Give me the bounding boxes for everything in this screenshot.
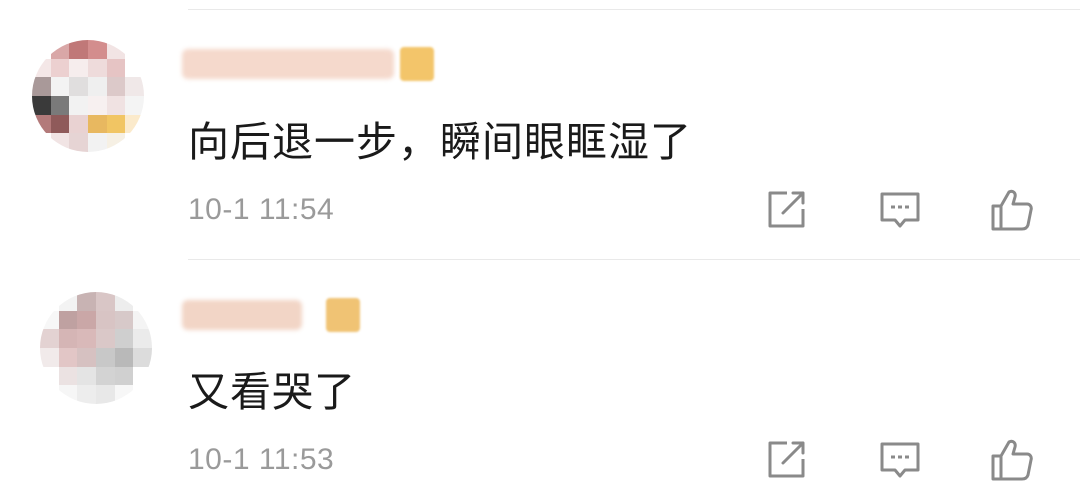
avatar-pixel xyxy=(58,329,78,348)
avatar-pixel xyxy=(50,114,70,134)
avatar-pixel xyxy=(77,310,96,330)
avatar-pixel xyxy=(58,366,78,386)
avatar-pixel xyxy=(95,310,115,330)
avatar-pixel xyxy=(32,58,51,78)
user-badge-icon xyxy=(400,47,434,81)
avatar-pixel xyxy=(50,95,70,115)
avatar-pixel xyxy=(77,292,96,311)
divider xyxy=(188,9,1080,10)
avatar-pixel xyxy=(106,133,126,152)
avatar-pixel xyxy=(125,40,144,59)
avatar-pixel xyxy=(58,347,78,367)
avatar-pixel xyxy=(40,385,59,404)
avatar-pixel xyxy=(69,114,88,134)
avatar-pixel xyxy=(114,329,134,348)
comment-list: 向后退一步，瞬间眼眶湿了 10-1 11:54 又看哭了 10-1 11:53 xyxy=(0,0,1080,482)
comment-text: 又看哭了 xyxy=(188,368,356,416)
avatar-pixel xyxy=(77,329,96,348)
avatar-pixel xyxy=(114,310,134,330)
avatar-pixel xyxy=(125,133,144,152)
username-blurred xyxy=(182,49,394,79)
reply-button[interactable] xyxy=(876,436,924,482)
avatar-pixel xyxy=(50,133,70,152)
avatar-pixel xyxy=(40,292,59,311)
avatar-pixel xyxy=(69,40,88,59)
avatar-pixel xyxy=(106,58,126,78)
share-icon xyxy=(768,441,805,478)
share-button[interactable] xyxy=(762,436,810,482)
avatar[interactable] xyxy=(40,292,152,404)
thumbs-up-icon xyxy=(991,439,1033,481)
comment-icon xyxy=(880,442,920,478)
avatar[interactable] xyxy=(32,40,144,152)
share-button[interactable] xyxy=(762,186,810,234)
like-button[interactable] xyxy=(988,186,1036,234)
avatar-pixel xyxy=(95,366,115,386)
avatar-pixel xyxy=(133,329,152,348)
avatar-pixel xyxy=(125,77,144,96)
avatar-pixel xyxy=(50,40,70,59)
avatar-pixel xyxy=(106,77,126,96)
avatar-pixel xyxy=(87,77,107,96)
comment-text: 向后退一步，瞬间眼眶湿了 xyxy=(188,118,692,166)
avatar-pixel xyxy=(58,310,78,330)
avatar-pixel xyxy=(106,114,126,134)
avatar-pixel xyxy=(95,385,115,404)
avatar-pixel xyxy=(87,58,107,78)
avatar-pixel xyxy=(40,347,59,367)
avatar-pixel xyxy=(32,114,51,134)
avatar-pixel xyxy=(133,366,152,386)
avatar-pixel xyxy=(58,292,78,311)
avatar-pixel xyxy=(69,133,88,152)
avatar-pixel xyxy=(32,77,51,96)
avatar-pixel xyxy=(69,95,88,115)
avatar-pixel xyxy=(40,366,59,386)
avatar-pixel xyxy=(114,292,134,311)
reply-button[interactable] xyxy=(876,186,924,234)
avatar-pixel xyxy=(95,292,115,311)
avatar-pixel xyxy=(125,58,144,78)
comment-icon xyxy=(880,192,920,228)
share-icon xyxy=(768,191,805,228)
avatar-pixel xyxy=(133,310,152,330)
avatar-pixel xyxy=(133,292,152,311)
comment-time: 10-1 11:53 xyxy=(188,443,335,476)
avatar-pixel xyxy=(87,133,107,152)
avatar-pixel xyxy=(32,133,51,152)
avatar-pixel xyxy=(50,77,70,96)
avatar-pixel xyxy=(114,366,134,386)
avatar-pixel xyxy=(32,40,51,59)
username-blurred xyxy=(182,300,302,330)
avatar-pixel xyxy=(125,95,144,115)
avatar-pixel xyxy=(50,58,70,78)
avatar-pixel xyxy=(58,385,78,404)
avatar-pixel xyxy=(32,95,51,115)
avatar-pixel xyxy=(106,40,126,59)
avatar-pixel xyxy=(69,58,88,78)
user-badge-icon xyxy=(326,298,360,332)
avatar-pixel xyxy=(106,95,126,115)
avatar-pixel xyxy=(69,77,88,96)
like-button[interactable] xyxy=(988,436,1036,482)
avatar-pixel xyxy=(40,329,59,348)
comment-time: 10-1 11:54 xyxy=(188,193,335,226)
avatar-pixel xyxy=(133,385,152,404)
avatar-pixel xyxy=(87,95,107,115)
avatar-pixel xyxy=(87,114,107,134)
avatar-pixel xyxy=(77,385,96,404)
avatar-pixel xyxy=(133,347,152,367)
avatar-pixel xyxy=(95,347,115,367)
avatar-pixel xyxy=(77,347,96,367)
username[interactable] xyxy=(182,295,360,335)
avatar-pixel xyxy=(77,366,96,386)
avatar-pixel xyxy=(95,329,115,348)
avatar-pixel xyxy=(40,310,59,330)
avatar-pixel xyxy=(125,114,144,134)
divider xyxy=(188,259,1080,260)
thumbs-up-icon xyxy=(991,189,1033,231)
avatar-pixel xyxy=(114,347,134,367)
username[interactable] xyxy=(182,44,434,84)
avatar-pixel xyxy=(114,385,134,404)
avatar-pixel xyxy=(87,40,107,59)
